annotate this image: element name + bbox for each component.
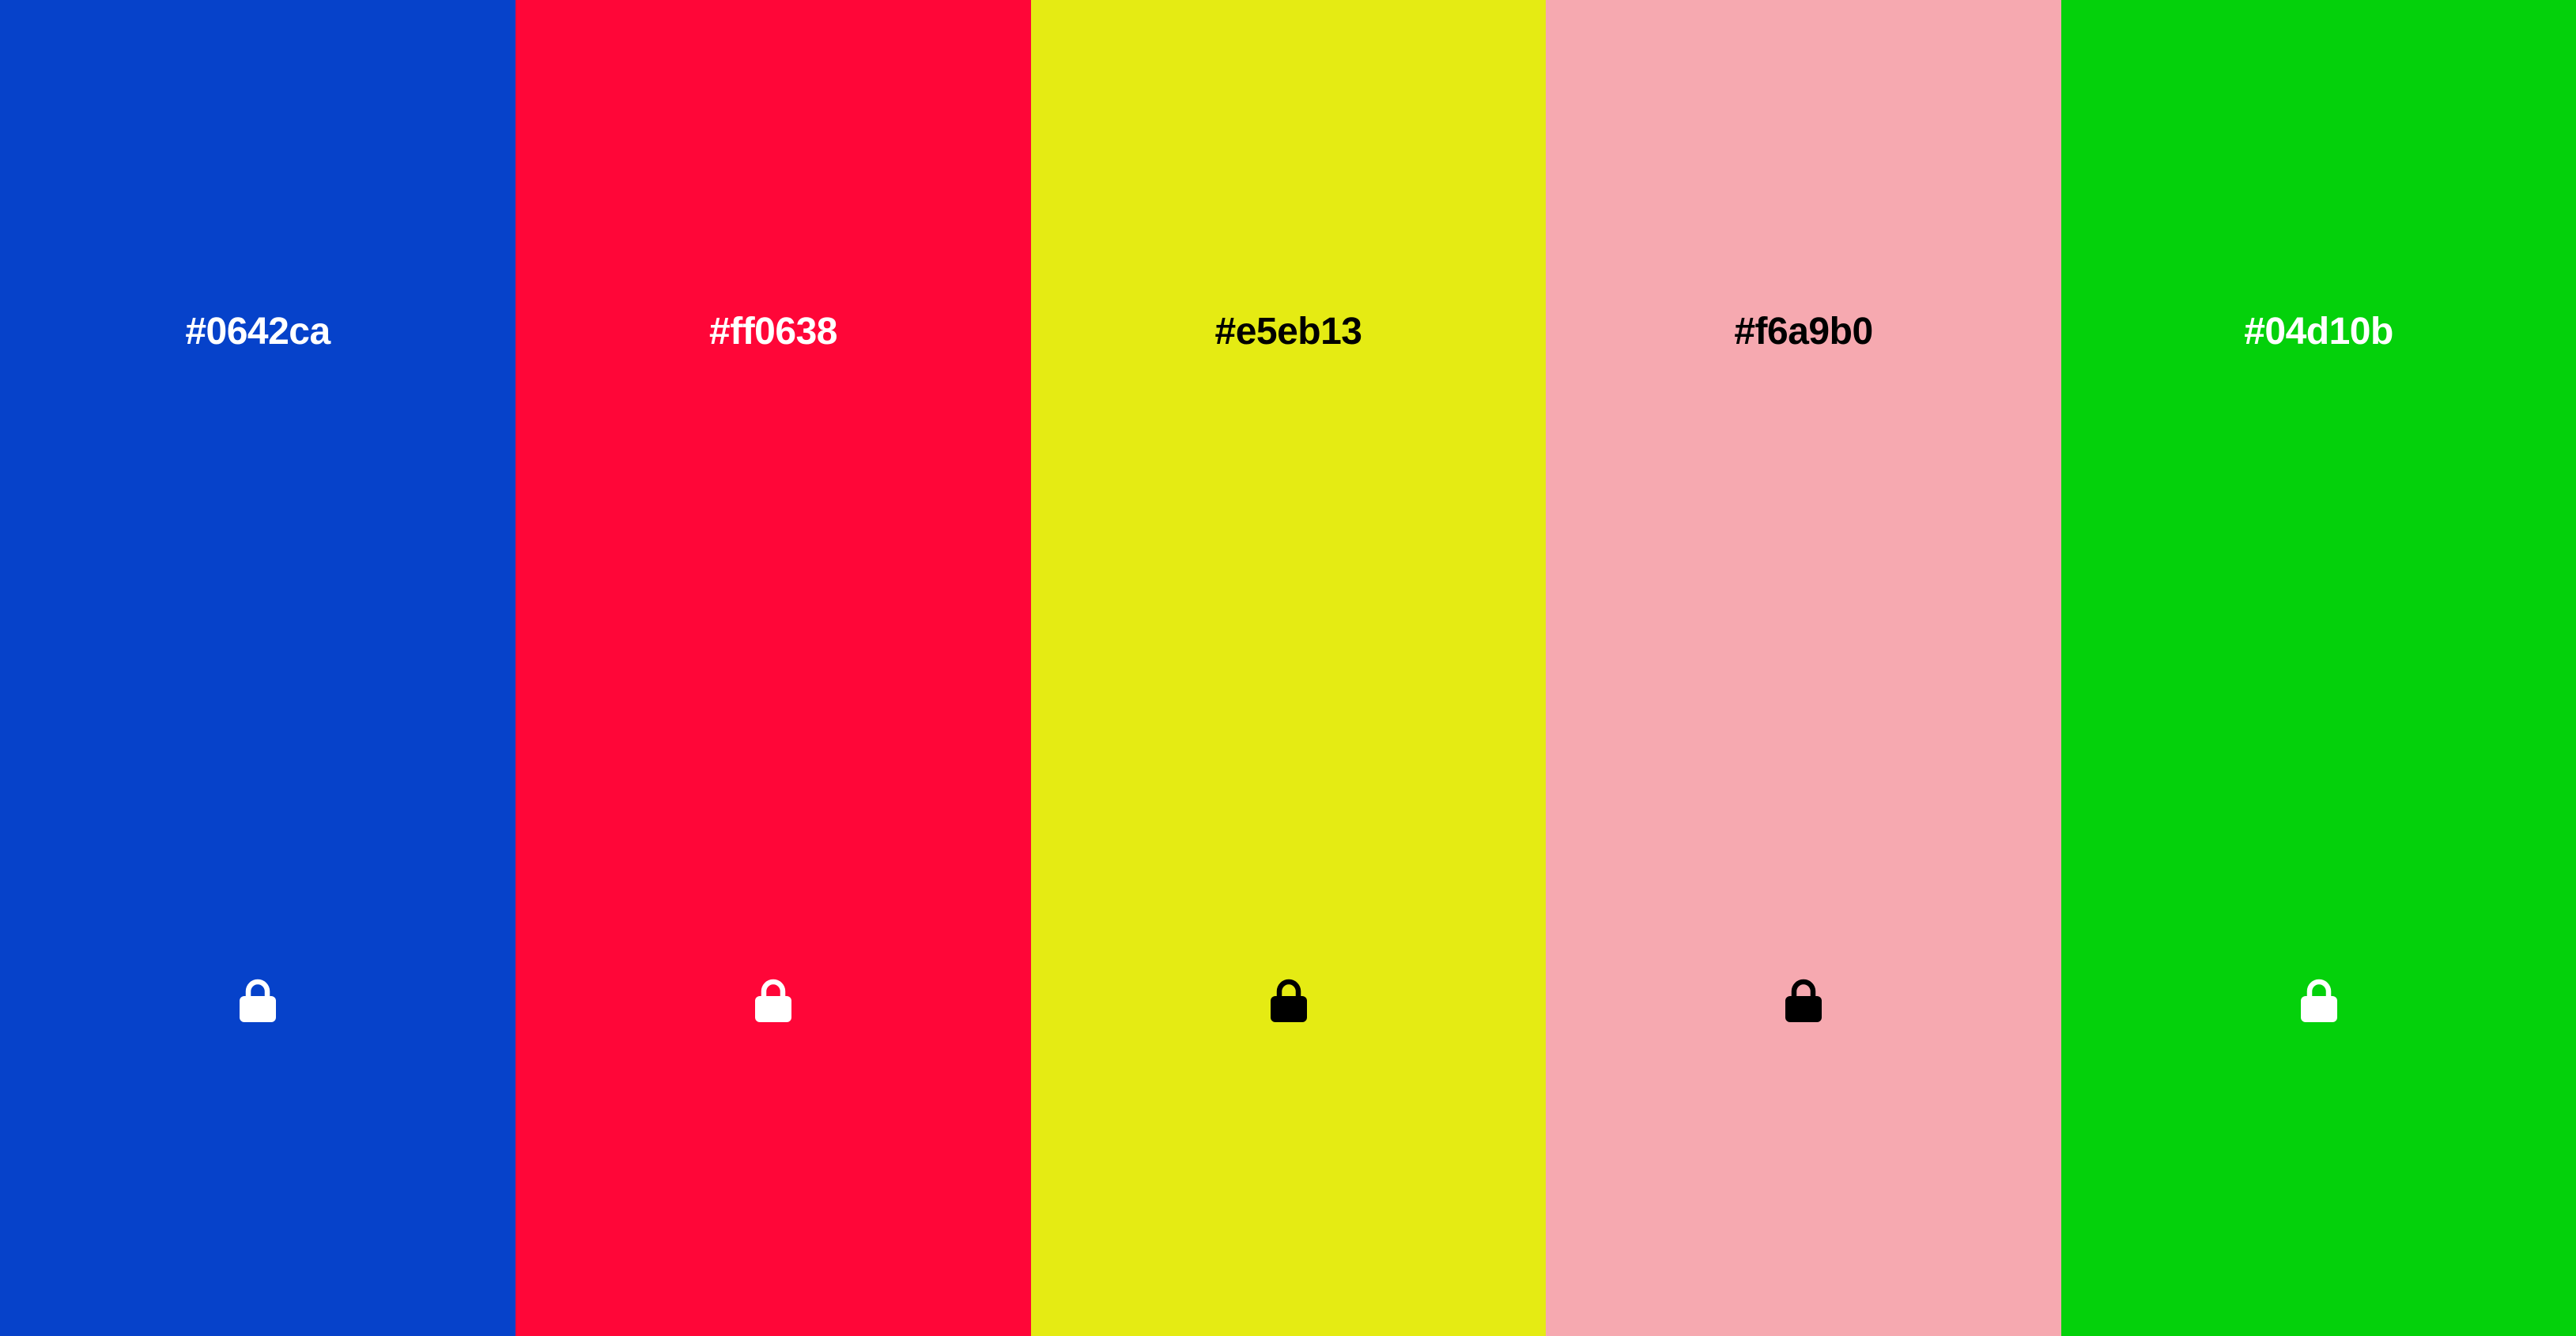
lock-icon [1270,979,1307,1022]
color-swatch-2[interactable]: #ff0638 [516,0,1031,1336]
hex-code-label[interactable]: #0642ca [0,304,516,360]
lock-toggle-button[interactable] [1784,978,1823,1022]
lock-icon [2300,979,2337,1022]
lock-icon [1785,979,1822,1022]
color-swatch-3[interactable]: #e5eb13 [1031,0,1546,1336]
hex-code-label[interactable]: #ff0638 [516,304,1031,360]
hex-code-label[interactable]: #e5eb13 [1031,304,1546,360]
color-swatch-1[interactable]: #0642ca [0,0,516,1336]
lock-icon [240,979,276,1022]
lock-toggle-button[interactable] [1269,978,1309,1022]
lock-toggle-button[interactable] [754,978,793,1022]
color-swatch-4[interactable]: #f6a9b0 [1546,0,2061,1336]
hex-code-label[interactable]: #f6a9b0 [1546,304,2061,360]
color-palette: #0642ca #ff0638 #e5eb13 #f6a9b0 #04d10b [0,0,2576,1336]
hex-code-label[interactable]: #04d10b [2061,304,2576,360]
color-swatch-5[interactable]: #04d10b [2061,0,2576,1336]
lock-icon [755,979,791,1022]
lock-toggle-button[interactable] [238,978,278,1022]
lock-toggle-button[interactable] [2299,978,2339,1022]
